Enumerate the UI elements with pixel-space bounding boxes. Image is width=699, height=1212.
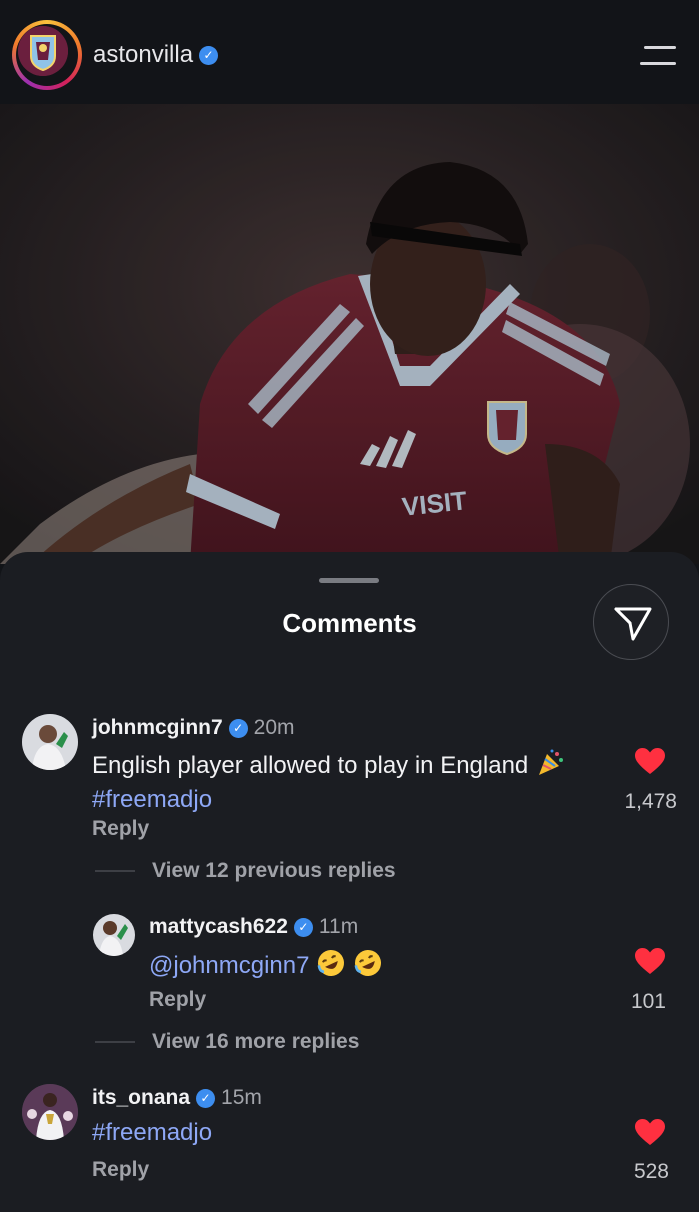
send-icon [614, 607, 652, 641]
like-count: 528 [633, 1160, 669, 1183]
divider [95, 1041, 135, 1043]
avatar[interactable] [93, 914, 135, 956]
verified-badge-icon: ✓ [293, 917, 313, 937]
comment-text: #freemadjo [92, 1118, 212, 1147]
profile-username[interactable]: astonvilla ✓ [93, 41, 219, 69]
view-replies-button[interactable]: View 16 more replies [152, 1030, 359, 1054]
like-count: 1,478 [624, 790, 677, 813]
avatar[interactable] [22, 714, 78, 770]
heart-icon[interactable] [635, 1119, 665, 1146]
send-button[interactable] [593, 584, 669, 660]
divider [95, 870, 135, 872]
sheet-grabber[interactable] [319, 578, 379, 583]
comment-time: 15m [221, 1086, 262, 1109]
heart-icon[interactable] [635, 948, 665, 975]
post-photo[interactable]: VISIT [0, 104, 699, 564]
verified-badge-icon: ✓ [199, 46, 219, 66]
avatar[interactable] [22, 1084, 78, 1140]
hashtag-link[interactable]: #freemadjo [92, 1119, 212, 1146]
mention-link[interactable]: @johnmcginn7 [149, 952, 309, 979]
reply-button[interactable]: Reply [92, 817, 149, 841]
hashtag-link[interactable]: #freemadjo [92, 786, 212, 813]
rofl-emoji-icon [316, 948, 346, 985]
comment-time: 20m [253, 716, 295, 739]
comment-time: 11m [318, 915, 359, 938]
comment-text: English player allowed to play in Englan… [92, 748, 565, 814]
comment-username[interactable]: its_onana ✓ 15m [92, 1086, 262, 1110]
like-count: 101 [630, 990, 666, 1013]
hamburger-menu-icon[interactable] [640, 44, 678, 68]
profile-header: astonvilla ✓ [0, 0, 699, 104]
party-popper-icon [535, 748, 565, 785]
verified-badge-icon: ✓ [228, 718, 248, 738]
comment-text: @johnmcginn7 [149, 948, 383, 985]
reply-button[interactable]: Reply [149, 988, 206, 1012]
verified-badge-icon: ✓ [196, 1088, 216, 1108]
comment-username[interactable]: mattycash622 ✓ 11m [149, 915, 358, 939]
heart-icon[interactable] [635, 748, 665, 775]
profile-avatar[interactable] [12, 20, 82, 90]
reply-button[interactable]: Reply [92, 1158, 149, 1182]
club-crest-icon [18, 26, 68, 76]
view-replies-button[interactable]: View 12 previous replies [152, 859, 396, 883]
comment-username[interactable]: johnmcginn7 ✓ 20m [92, 716, 295, 740]
rofl-emoji-icon [353, 948, 383, 985]
